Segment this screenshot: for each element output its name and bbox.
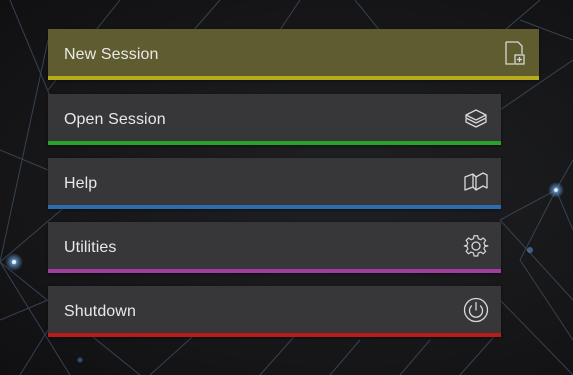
shutdown-button[interactable]: Shutdown [48,286,501,337]
new-session-accent-bar [48,76,539,80]
help-accent-bar [48,205,501,209]
open-session-label: Open Session [64,111,166,128]
utilities-label: Utilities [64,239,117,256]
gear-icon [463,233,489,259]
open-session-button[interactable]: Open Session [48,94,501,145]
open-book-icon [463,169,489,195]
new-session-label: New Session [64,46,159,63]
shutdown-label: Shutdown [64,303,136,320]
app-background: New Session Open Session Help Utilities … [0,0,573,375]
power-icon [463,297,489,323]
utilities-button[interactable]: Utilities [48,222,501,273]
shutdown-accent-bar [48,333,501,337]
help-button[interactable]: Help [48,158,501,209]
new-file-plus-icon [501,40,527,66]
stack-box-icon [463,105,489,131]
help-label: Help [64,175,98,192]
new-session-button[interactable]: New Session [48,29,539,80]
utilities-accent-bar [48,269,501,273]
open-session-accent-bar [48,141,501,145]
main-menu: New Session Open Session Help Utilities … [48,29,539,350]
